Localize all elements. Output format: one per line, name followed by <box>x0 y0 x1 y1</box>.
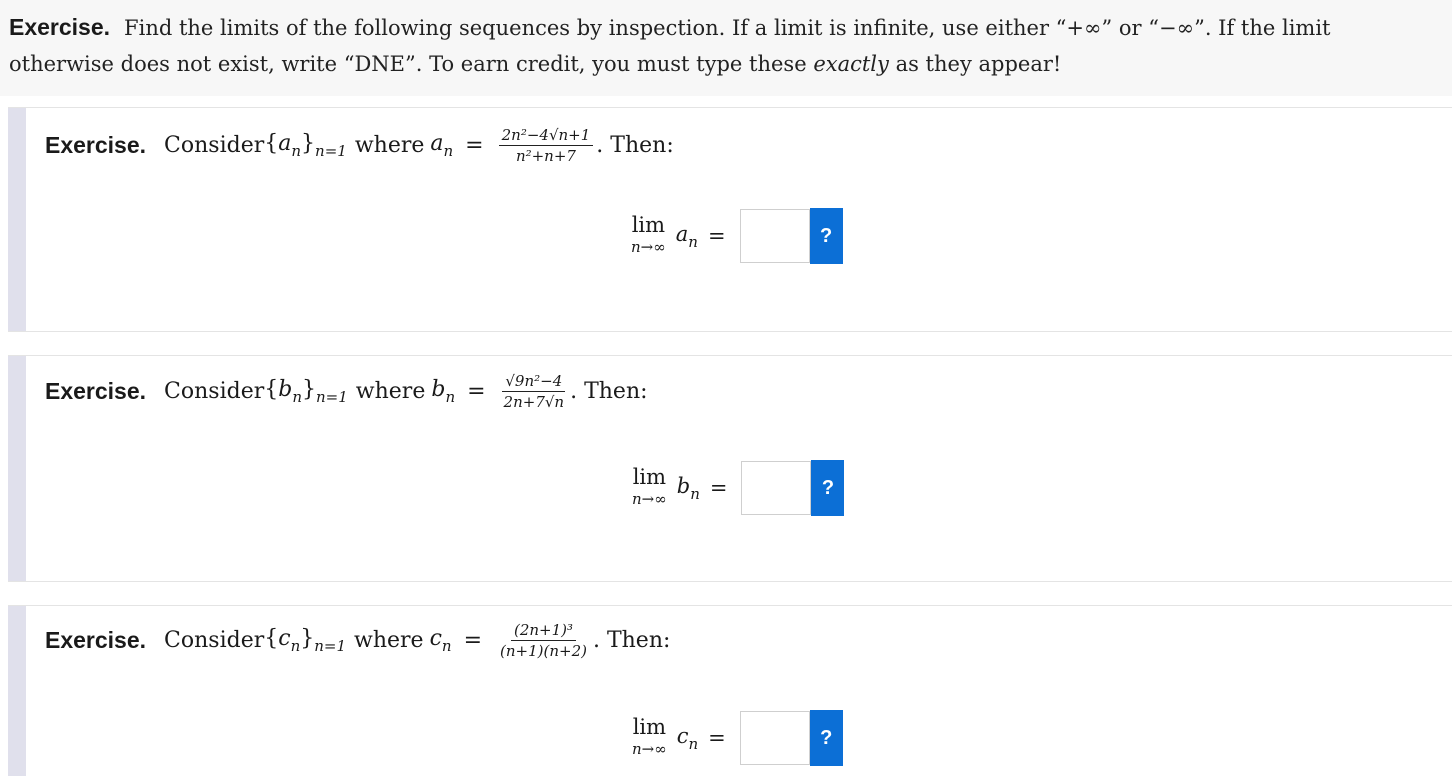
equals-sign: = <box>467 379 486 404</box>
exercise-statement: Exercise. Consider {cn}n=1 where cn = (2… <box>45 620 671 661</box>
instructions-part1: Find the limits of the following sequenc… <box>9 16 1331 76</box>
equals-sign: = <box>707 224 726 248</box>
exercise-label: Exercise. <box>9 14 111 40</box>
formula-denominator: 2n+7√n <box>503 393 565 411</box>
where-text: where <box>354 133 425 158</box>
limit-answer-input[interactable] <box>739 209 810 263</box>
exercise-label: Exercise. <box>45 132 147 158</box>
formula-fraction: (2n+1)³ (n+1)(n+2) <box>497 620 590 661</box>
help-button[interactable]: ? <box>809 710 843 766</box>
exercise-card-a: Exercise. Consider {an}n=1 where an = 2n… <box>8 107 1452 332</box>
where-text: where <box>355 379 426 404</box>
formula-numerator: 2n²−4√n+1 <box>498 125 594 146</box>
limit-answer-input[interactable] <box>739 711 810 765</box>
formula-denominator: n²+n+7 <box>515 147 576 165</box>
formula-fraction: 2n²−4√n+1 n²+n+7 <box>498 125 594 166</box>
equals-sign: = <box>463 628 483 653</box>
term-variable: an <box>430 131 454 160</box>
limit-answer-input[interactable] <box>741 461 812 515</box>
instructions-panel: Exercise. Find the limits of the followin… <box>0 0 1452 96</box>
help-button[interactable]: ? <box>811 460 845 516</box>
exercise-statement: Exercise. Consider {an}n=1 where an = 2n… <box>45 125 674 166</box>
formula-denominator: (n+1)(n+2) <box>500 642 587 660</box>
exercise-statement: Exercise. Consider {bn}n=1 where bn = √9… <box>45 371 648 412</box>
limit-variable: an <box>675 221 698 251</box>
consider-text: Consider <box>164 379 265 404</box>
formula-numerator: √9n²−4 <box>502 371 566 392</box>
then-text: Then: <box>610 133 674 158</box>
term-variable: bn <box>431 377 456 406</box>
consider-text: Consider <box>164 133 265 158</box>
limit-row: lim n→∞ cn = ? <box>632 710 843 766</box>
equals-sign: = <box>708 726 726 750</box>
limit-operator: lim n→∞ <box>631 213 666 256</box>
instructions-text: Exercise. Find the limits of the followin… <box>9 9 1439 82</box>
exercise-side-bar <box>8 356 26 581</box>
formula-numerator: (2n+1)³ <box>510 620 577 641</box>
exercise-side-bar <box>8 108 26 331</box>
term-variable: cn <box>429 626 452 655</box>
exercise-card-b: Exercise. Consider {bn}n=1 where bn = √9… <box>8 355 1452 582</box>
formula-fraction: √9n²−4 2n+7√n <box>501 371 568 412</box>
exercise-side-bar <box>8 606 26 776</box>
sequence-notation: {bn}n=1 <box>264 377 348 406</box>
instructions-part2: as they appear! <box>895 52 1062 76</box>
consider-text: Consider <box>164 628 265 653</box>
limit-variable: cn <box>676 723 699 753</box>
equals-sign: = <box>465 133 484 158</box>
sequence-notation: {cn}n=1 <box>264 626 347 655</box>
then-text: Then: <box>584 379 648 404</box>
equals-sign: = <box>709 476 728 500</box>
help-button[interactable]: ? <box>809 208 843 264</box>
limit-row: lim n→∞ an = ? <box>631 208 843 264</box>
limit-variable: bn <box>676 473 700 503</box>
exercise-card-c: Exercise. Consider {cn}n=1 where cn = (2… <box>8 605 1452 776</box>
exercise-label: Exercise. <box>45 378 147 404</box>
exercise-label: Exercise. <box>45 627 147 653</box>
limit-row: lim n→∞ bn = ? <box>632 460 845 516</box>
then-text: Then: <box>606 628 671 653</box>
limit-operator: lim n→∞ <box>632 465 667 508</box>
where-text: where <box>354 628 424 653</box>
sequence-notation: {an}n=1 <box>264 131 347 160</box>
limit-operator: lim n→∞ <box>632 715 667 758</box>
instructions-emphasis: exactly <box>813 52 889 76</box>
